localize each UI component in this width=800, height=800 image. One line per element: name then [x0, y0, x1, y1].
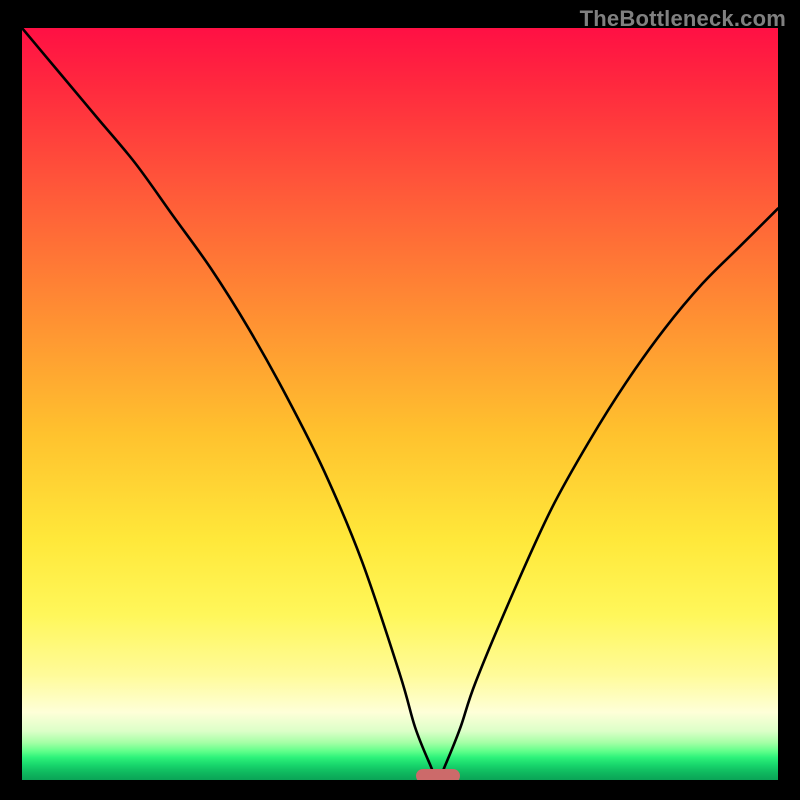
- bottleneck-curve: [22, 28, 778, 780]
- plot-area: [22, 28, 778, 780]
- curve-path: [22, 28, 778, 780]
- chart-frame: TheBottleneck.com: [0, 0, 800, 800]
- minimum-marker: [416, 769, 460, 780]
